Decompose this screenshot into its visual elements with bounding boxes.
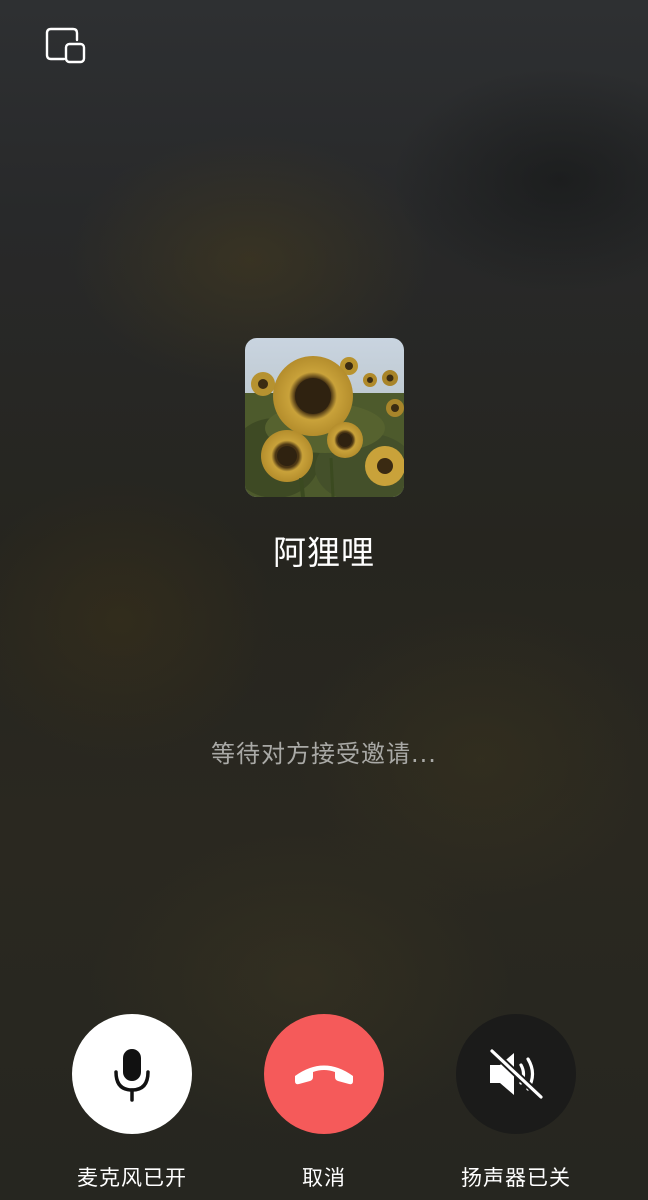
speaker-muted-icon	[489, 1048, 544, 1100]
minimize-to-floating-window-icon	[45, 27, 86, 64]
caller-avatar	[245, 338, 404, 497]
microphone-control: 麦克风已开	[42, 1014, 222, 1192]
speaker-button[interactable]	[456, 1014, 576, 1134]
microphone-button[interactable]	[72, 1014, 192, 1134]
caller-name: 阿狸哩	[273, 533, 375, 572]
cancel-call-button[interactable]	[264, 1014, 384, 1134]
hang-up-phone-icon	[295, 1065, 353, 1085]
cancel-control: 取消	[234, 1014, 414, 1192]
call-status: 等待对方接受邀请...	[211, 740, 437, 768]
minimize-to-floating-window-button[interactable]	[44, 26, 88, 70]
cancel-label: 取消	[302, 1166, 346, 1190]
speaker-label: 扬声器已关	[461, 1166, 571, 1190]
speaker-control: 扬声器已关	[426, 1014, 606, 1192]
voice-call-screen: 阿狸哩 等待对方接受邀请... 麦克风已开 取消 扬声器已关	[0, 0, 648, 1200]
microphone-label: 麦克风已开	[77, 1166, 187, 1190]
sunflower-avatar	[245, 338, 404, 497]
microphone-icon	[114, 1049, 150, 1102]
